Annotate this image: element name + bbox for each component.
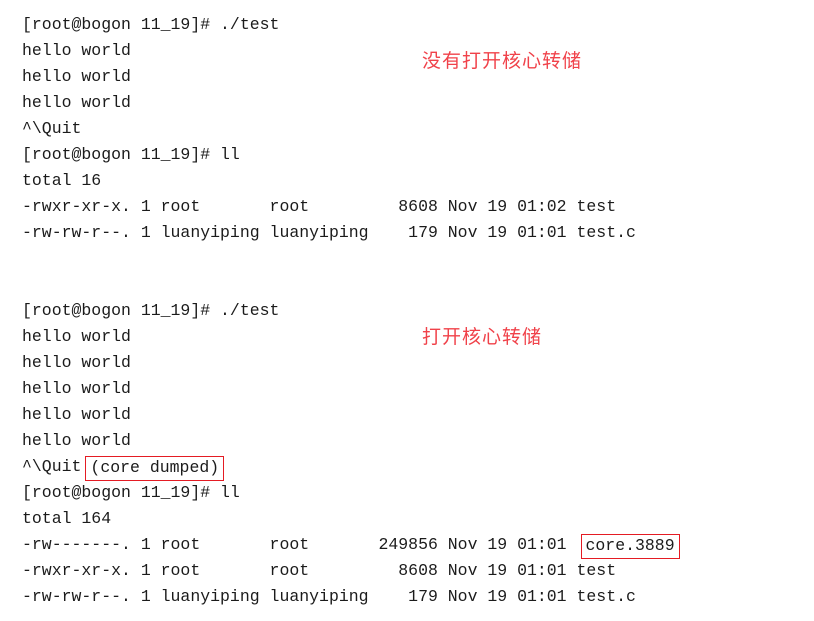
terminal-line-prompt: [root@bogon 11_19]# ./test bbox=[22, 298, 814, 324]
terminal-line-listing: -rw-rw-r--. 1 luanyiping luanyiping 179 … bbox=[22, 584, 814, 610]
terminal-line-output: hello world bbox=[22, 428, 814, 454]
terminal-line-signal: ^\Quit bbox=[22, 116, 814, 142]
terminal-line-text: hello world bbox=[22, 41, 131, 60]
terminal-line-text: ^\Quit bbox=[22, 119, 82, 138]
terminal-line-text: total 16 bbox=[22, 171, 102, 190]
terminal-line-output: hello world bbox=[22, 402, 814, 428]
terminal-line-listing: -rw-rw-r--. 1 luanyiping luanyiping 179 … bbox=[22, 220, 814, 246]
terminal-line-output: total 16 bbox=[22, 168, 814, 194]
terminal-line-prompt: [root@bogon 11_19]# ll bbox=[22, 480, 814, 506]
annotation-core-dump-enabled: 打开核心转储 bbox=[422, 326, 543, 348]
terminal-line-text: -rwxr-xr-x. 1 root root 8608 Nov 19 01:0… bbox=[22, 561, 617, 580]
terminal-line-output: hello world bbox=[22, 376, 814, 402]
terminal-line-listing-boxed: -rw-------. 1 root root 249856 Nov 19 01… bbox=[22, 532, 814, 559]
terminal-line-output: hello world bbox=[22, 64, 814, 90]
terminal-line-text: -rw-rw-r--. 1 luanyiping luanyiping 179 … bbox=[22, 587, 636, 606]
terminal-line-listing: -rwxr-xr-x. 1 root root 8608 Nov 19 01:0… bbox=[22, 194, 814, 220]
terminal-line-text: -rw-rw-r--. 1 luanyiping luanyiping 179 … bbox=[22, 223, 636, 242]
terminal-line-text: total 164 bbox=[22, 509, 112, 528]
terminal-line-prompt: [root@bogon 11_19]# ll bbox=[22, 142, 814, 168]
terminal-line-output: hello world bbox=[22, 90, 814, 116]
annotation-no-core-dump: 没有打开核心转储 bbox=[422, 50, 583, 72]
terminal-line-text: hello world bbox=[22, 67, 131, 86]
terminal-line-text: hello world bbox=[22, 93, 131, 112]
core-dumped-highlight: (core dumped) bbox=[85, 456, 225, 481]
terminal-line-text: [root@bogon 11_19]# ll bbox=[22, 145, 240, 164]
terminal-output: [root@bogon 11_19]# ./test hello world hel… bbox=[0, 0, 814, 621]
terminal-line-text: [root@bogon 11_19]# ll bbox=[22, 483, 240, 502]
terminal-line-text: [root@bogon 11_19]# ./test bbox=[22, 15, 280, 34]
terminal-line-output: hello world bbox=[22, 350, 814, 376]
terminal-line-text: hello world bbox=[22, 431, 131, 450]
terminal-line-output: hello world bbox=[22, 324, 814, 350]
terminal-line-text: ^\Quit bbox=[22, 457, 82, 476]
terminal-line-text: hello world bbox=[22, 405, 131, 424]
terminal-line-text: hello world bbox=[22, 379, 131, 398]
terminal-line-text: hello world bbox=[22, 353, 131, 372]
terminal-line-prompt: [root@bogon 11_19]# ./test bbox=[22, 12, 814, 38]
terminal-line-output: hello world bbox=[22, 38, 814, 64]
terminal-line-text: hello world bbox=[22, 327, 131, 346]
core-file-highlight: core.3889 bbox=[580, 534, 680, 559]
terminal-line-text: [root@bogon 11_19]# ./test bbox=[22, 301, 280, 320]
terminal-line-output: total 164 bbox=[22, 506, 814, 532]
terminal-line-listing: -rwxr-xr-x. 1 root root 8608 Nov 19 01:0… bbox=[22, 558, 814, 584]
terminal-line-text: -rw-------. 1 root root 249856 Nov 19 01… bbox=[22, 535, 577, 554]
terminal-line-text: -rwxr-xr-x. 1 root root 8608 Nov 19 01:0… bbox=[22, 197, 617, 216]
terminal-line-signal-boxed: ^\Quit (core dumped) bbox=[22, 454, 814, 481]
